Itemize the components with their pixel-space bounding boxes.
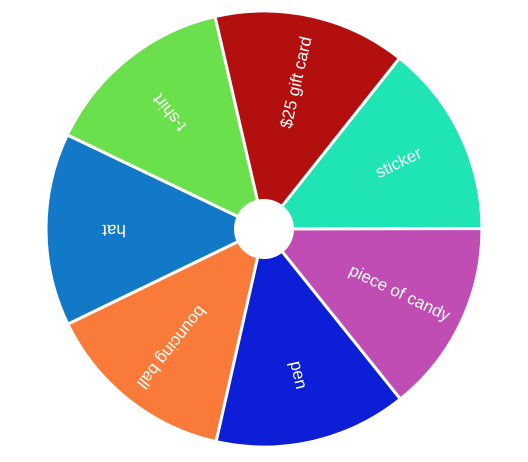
wheel-label-hat: hat	[102, 221, 126, 240]
prize-wheel[interactable]: $25 gift card sticker piece of candy pen bou…	[0, 0, 528, 462]
wheel-hub[interactable]	[234, 199, 294, 259]
prize-wheel-svg[interactable]: $25 gift cardstickerpiece of candypenbou…	[0, 0, 528, 462]
